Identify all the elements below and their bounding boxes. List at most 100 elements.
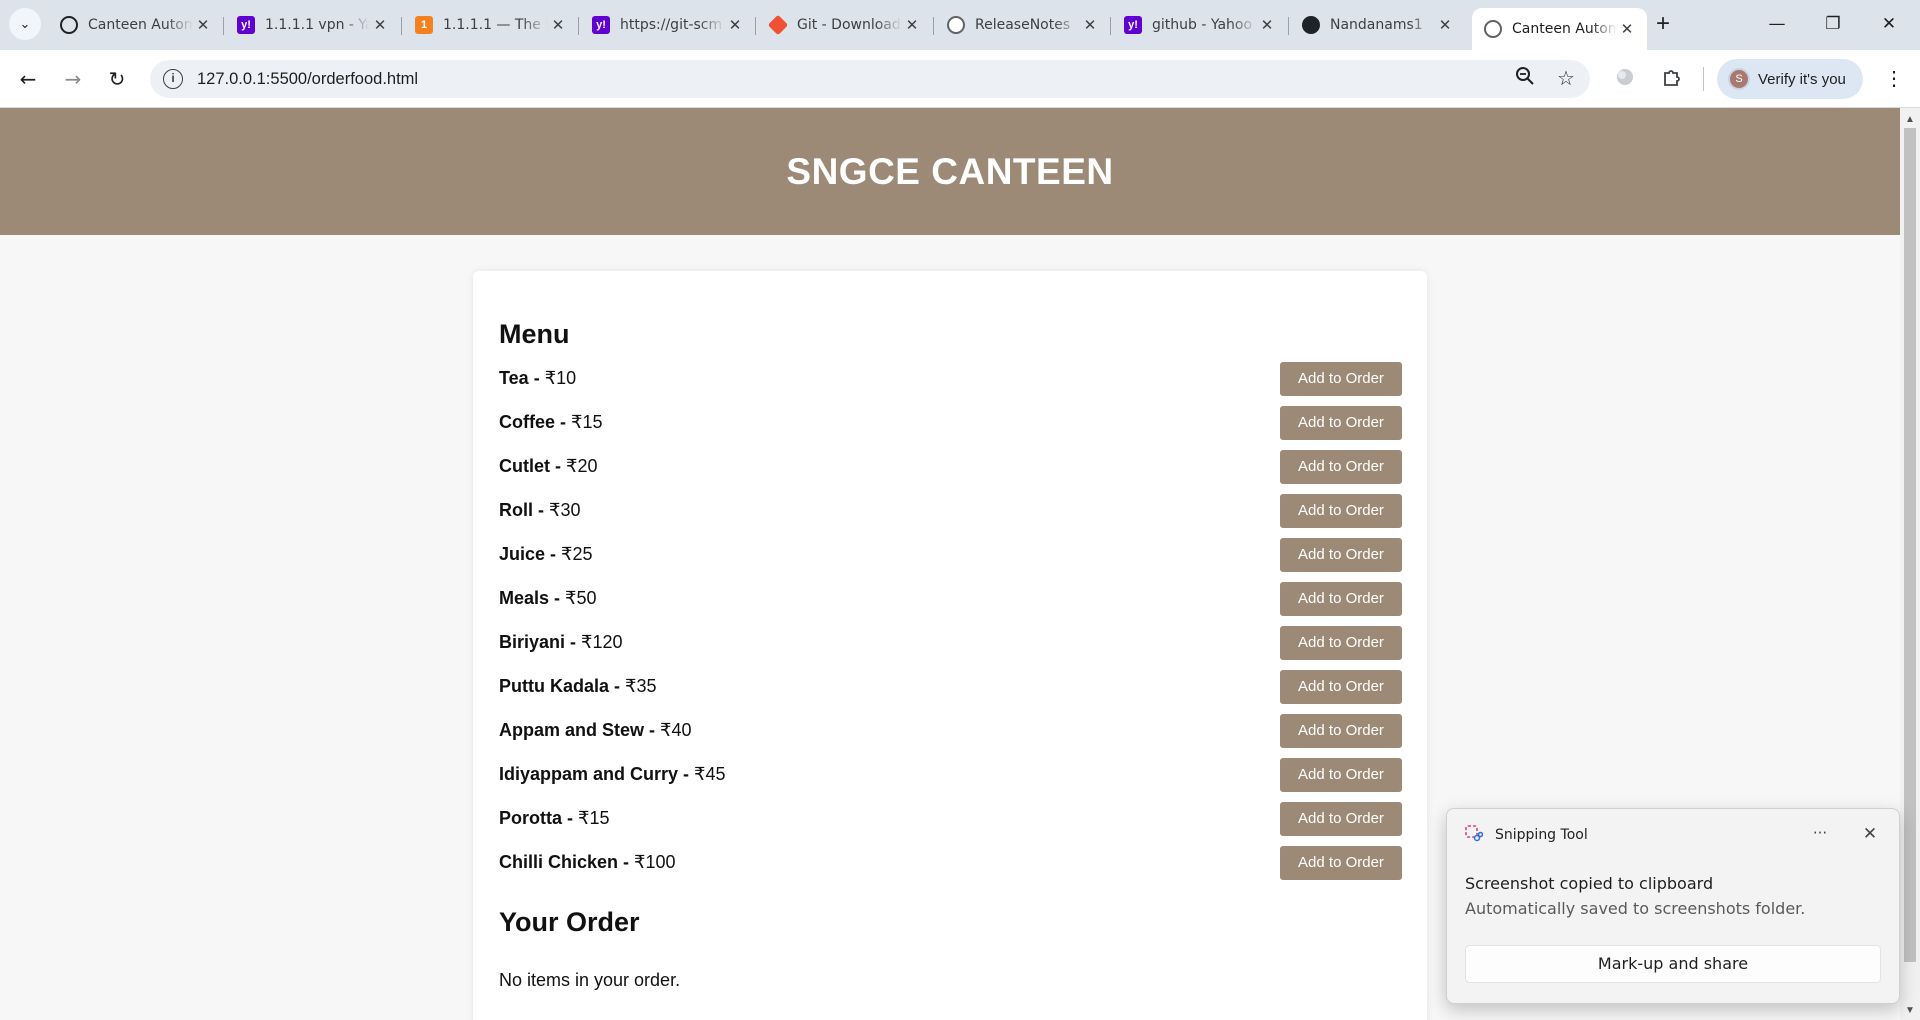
tab-title: Canteen Automation: [88, 17, 193, 33]
close-tab-icon[interactable]: ✕: [725, 16, 745, 34]
yahoo-icon: y!: [1124, 16, 1142, 34]
menu-item-name: Cutlet: [499, 456, 550, 476]
cloudflare-icon: 1: [415, 16, 433, 34]
browser-tab[interactable]: Nandanams1 ✕: [1290, 8, 1465, 42]
reload-button[interactable]: ↻: [101, 63, 133, 95]
add-to-order-button[interactable]: Add to Order: [1280, 538, 1402, 572]
new-tab-button[interactable]: +: [1649, 11, 1677, 39]
github-icon: [1302, 16, 1320, 34]
globe-icon: [947, 16, 965, 34]
scrollbar-thumb[interactable]: [1904, 128, 1916, 962]
menu-item: Porotta - ₹15 Add to Order: [499, 802, 1402, 846]
zoom-icon[interactable]: [1512, 66, 1538, 92]
back-button[interactable]: ←: [12, 63, 44, 95]
browser-tab[interactable]: Canteen Automation✕: [1472, 8, 1647, 50]
close-icon: ✕: [1881, 14, 1897, 34]
menu-item-dash: -: [562, 808, 578, 828]
add-to-order-button[interactable]: Add to Order: [1280, 802, 1402, 836]
menu-item-price: ₹40: [660, 720, 692, 740]
forward-button[interactable]: →: [57, 63, 89, 95]
add-to-order-button[interactable]: Add to Order: [1280, 714, 1402, 748]
browser-tab[interactable]: y! github - Yahoo Search✕: [1112, 8, 1287, 42]
more-options-icon[interactable]: ···: [1805, 821, 1835, 847]
page-scrollbar[interactable]: ▲ ▼: [1900, 108, 1920, 1020]
add-to-order-button[interactable]: Add to Order: [1280, 406, 1402, 440]
browser-tab[interactable]: y! 1.1.1.1 vpn - Yahoo Search✕: [225, 8, 400, 42]
toolbar-divider: [1703, 67, 1704, 91]
reload-icon: ↻: [108, 67, 126, 91]
menu-item-text: Tea - ₹10: [499, 368, 576, 389]
add-to-order-button[interactable]: Add to Order: [1280, 670, 1402, 704]
close-icon[interactable]: ✕: [1855, 821, 1885, 847]
tab-separator: [223, 17, 224, 35]
menu-item-name: Meals: [499, 588, 550, 608]
close-window-button[interactable]: ✕: [1867, 8, 1911, 40]
close-tab-icon[interactable]: ✕: [902, 16, 922, 34]
tab-title: Git - Downloads: [797, 17, 902, 33]
extensions-puzzle-icon[interactable]: [1659, 66, 1685, 92]
menu-item: Idiyappam and Curry - ₹45 Add to Order: [499, 758, 1402, 802]
tab-separator: [933, 17, 934, 35]
browser-menu-button[interactable]: ⋮: [1880, 64, 1908, 94]
add-to-order-button[interactable]: Add to Order: [1280, 362, 1402, 396]
add-to-order-button[interactable]: Add to Order: [1280, 494, 1402, 528]
site-info-icon[interactable]: i: [163, 69, 183, 89]
tab-title: https://git-scm.com: [620, 17, 725, 33]
minimize-button[interactable]: —: [1755, 8, 1799, 40]
order-empty-text: No items in your order.: [499, 970, 681, 990]
menu-item-dash: -: [644, 720, 661, 740]
browser-tab[interactable]: Canteen Automation✕: [48, 8, 223, 42]
menu-item-dash: -: [528, 368, 545, 388]
add-to-order-button[interactable]: Add to Order: [1280, 626, 1402, 660]
close-tab-icon[interactable]: ✕: [1617, 20, 1637, 38]
markup-share-button[interactable]: Mark-up and share: [1465, 945, 1881, 983]
tab-search-button[interactable]: ⌄: [9, 8, 41, 40]
close-tab-icon[interactable]: ✕: [1080, 16, 1100, 34]
tab-title: ReleaseNotes: [975, 17, 1071, 33]
browser-tab[interactable]: y! https://git-scm.com✕: [580, 8, 755, 42]
tab-separator: [1110, 17, 1111, 35]
menu-item-dash: -: [609, 676, 626, 696]
menu-item-name: Chilli Chicken: [499, 852, 619, 872]
restore-button[interactable]: ❐: [1811, 8, 1855, 40]
add-to-order-button[interactable]: Add to Order: [1280, 582, 1402, 616]
tab-title: Nandanams1: [1330, 17, 1423, 33]
address-url[interactable]: 127.0.0.1:5500/orderfood.html: [197, 60, 418, 98]
add-to-order-button[interactable]: Add to Order: [1280, 758, 1402, 792]
close-tab-icon[interactable]: ✕: [193, 16, 213, 34]
bookmark-star-icon[interactable]: ☆: [1553, 66, 1579, 92]
notification-app-name: Snipping Tool: [1495, 827, 1588, 843]
menu-item-price: ₹120: [581, 632, 623, 652]
extension-icon[interactable]: [1612, 66, 1638, 92]
plus-icon: +: [1655, 10, 1670, 37]
site-header: SNGCE CANTEEN: [0, 108, 1900, 235]
scroll-up-icon[interactable]: ▲: [1905, 114, 1915, 125]
add-to-order-button[interactable]: Add to Order: [1280, 450, 1402, 484]
add-to-order-button[interactable]: Add to Order: [1280, 846, 1402, 880]
menu-item: Juice - ₹25 Add to Order: [499, 538, 1402, 582]
browser-tab[interactable]: 1 1.1.1.1 — The free app✕: [403, 8, 578, 42]
close-tab-icon[interactable]: ✕: [548, 16, 568, 34]
menu-item-text: Coffee - ₹15: [499, 412, 603, 433]
scroll-down-icon[interactable]: ▼: [1905, 1005, 1915, 1016]
globe-icon: [1484, 20, 1502, 38]
menu-item-price: ₹35: [625, 676, 657, 696]
close-tab-icon[interactable]: ✕: [1435, 16, 1455, 34]
menu-item-price: ₹15: [578, 808, 610, 828]
notification-detail: Automatically saved to screenshots folde…: [1465, 899, 1806, 918]
browser-tab[interactable]: Git - Downloads ✕: [757, 8, 932, 42]
site-title: SNGCE CANTEEN: [786, 151, 1114, 192]
tab-title: 1.1.1.1 vpn - Yahoo Search: [265, 17, 370, 33]
menu-item-text: Roll - ₹30: [499, 500, 580, 521]
git-icon: [767, 14, 789, 36]
order-card: Menu Tea - ₹10 Add to Order Coffee - ₹15 Ad…: [473, 271, 1427, 1020]
close-tab-icon[interactable]: ✕: [1257, 16, 1277, 34]
menu-item-dash: -: [565, 632, 582, 652]
address-bar[interactable]: i 127.0.0.1:5500/orderfood.html ☆: [150, 60, 1590, 98]
profile-verify-button[interactable]: S Verify it's you: [1717, 59, 1863, 99]
menu-item-price: ₹100: [634, 852, 676, 872]
yahoo-icon: y!: [592, 16, 610, 34]
menu-item: Coffee - ₹15 Add to Order: [499, 406, 1402, 450]
close-tab-icon[interactable]: ✕: [370, 16, 390, 34]
browser-tab[interactable]: ReleaseNotes ✕: [935, 8, 1110, 42]
